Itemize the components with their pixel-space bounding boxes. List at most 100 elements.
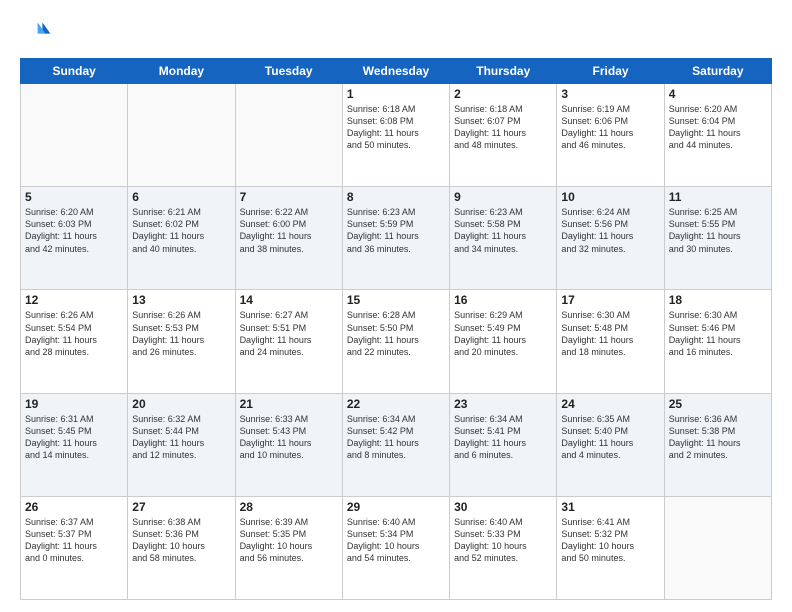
day-info: Sunrise: 6:27 AM Sunset: 5:51 PM Dayligh… [240, 309, 338, 358]
weekday-header-thursday: Thursday [450, 59, 557, 84]
day-info: Sunrise: 6:22 AM Sunset: 6:00 PM Dayligh… [240, 206, 338, 255]
calendar-day-27: 27 Sunrise: 6:38 AM Sunset: 5:36 PM Dayli… [128, 496, 235, 599]
day-info: Sunrise: 6:39 AM Sunset: 5:35 PM Dayligh… [240, 516, 338, 565]
day-info: Sunrise: 6:26 AM Sunset: 5:54 PM Dayligh… [25, 309, 123, 358]
calendar-week-row: 19 Sunrise: 6:31 AM Sunset: 5:45 PM Dayli… [21, 393, 772, 496]
day-number: 31 [561, 500, 659, 514]
calendar-day-29: 29Sunrise: 6:40 AM Sunset: 5:34 PM Dayli… [342, 496, 449, 599]
day-info: Sunrise: 6:20 AM Sunset: 6:04 PM Dayligh… [669, 103, 767, 152]
day-number: 3 [561, 87, 659, 101]
day-info: Sunrise: 6:30 AM Sunset: 5:46 PM Dayligh… [669, 309, 767, 358]
day-number: 23 [454, 397, 552, 411]
day-info: Sunrise: 6:34 AM Sunset: 5:42 PM Dayligh… [347, 413, 445, 462]
calendar-day-1: 1 Sunrise: 6:18 AM Sunset: 6:08 PM Daylig… [342, 84, 449, 187]
day-number: 19 [25, 397, 123, 411]
day-number: 22 [347, 397, 445, 411]
day-info: Sunrise: 6:41 AM Sunset: 5:32 PM Dayligh… [561, 516, 659, 565]
weekday-header-sunday: Sunday [21, 59, 128, 84]
day-info: Sunrise: 6:23 AM Sunset: 5:58 PM Dayligh… [454, 206, 552, 255]
weekday-header-monday: Monday [128, 59, 235, 84]
calendar-day-8: 8Sunrise: 6:23 AM Sunset: 5:59 PM Daylig… [342, 187, 449, 290]
day-number: 14 [240, 293, 338, 307]
calendar-table: SundayMondayTuesdayWednesdayThursdayFrid… [20, 58, 772, 600]
day-info: Sunrise: 6:20 AM Sunset: 6:03 PM Dayligh… [25, 206, 123, 255]
weekday-header-wednesday: Wednesday [342, 59, 449, 84]
calendar-empty-cell [21, 84, 128, 187]
calendar-day-19: 19 Sunrise: 6:31 AM Sunset: 5:45 PM Dayli… [21, 393, 128, 496]
calendar-day-28: 28 Sunrise: 6:39 AM Sunset: 5:35 PM Dayli… [235, 496, 342, 599]
day-info: Sunrise: 6:29 AM Sunset: 5:49 PM Dayligh… [454, 309, 552, 358]
day-number: 12 [25, 293, 123, 307]
weekday-header-saturday: Saturday [664, 59, 771, 84]
day-info: Sunrise: 6:32 AM Sunset: 5:44 PM Dayligh… [132, 413, 230, 462]
calendar-day-3: 3 Sunrise: 6:19 AM Sunset: 6:06 PM Daylig… [557, 84, 664, 187]
day-info: Sunrise: 6:38 AM Sunset: 5:36 PM Dayligh… [132, 516, 230, 565]
calendar-week-row: 1 Sunrise: 6:18 AM Sunset: 6:08 PM Daylig… [21, 84, 772, 187]
day-number: 2 [454, 87, 552, 101]
calendar-day-31: 31 Sunrise: 6:41 AM Sunset: 5:32 PM Dayli… [557, 496, 664, 599]
day-info: Sunrise: 6:21 AM Sunset: 6:02 PM Dayligh… [132, 206, 230, 255]
day-info: Sunrise: 6:30 AM Sunset: 5:48 PM Dayligh… [561, 309, 659, 358]
day-number: 6 [132, 190, 230, 204]
day-number: 21 [240, 397, 338, 411]
day-number: 28 [240, 500, 338, 514]
calendar-day-11: 11 Sunrise: 6:25 AM Sunset: 5:55 PM Dayli… [664, 187, 771, 290]
weekday-header-friday: Friday [557, 59, 664, 84]
day-number: 9 [454, 190, 552, 204]
calendar-day-9: 9 Sunrise: 6:23 AM Sunset: 5:58 PM Daylig… [450, 187, 557, 290]
day-number: 27 [132, 500, 230, 514]
calendar-day-5: 5 Sunrise: 6:20 AM Sunset: 6:03 PM Daylig… [21, 187, 128, 290]
day-info: Sunrise: 6:33 AM Sunset: 5:43 PM Dayligh… [240, 413, 338, 462]
day-number: 15 [347, 293, 445, 307]
calendar-week-row: 26 Sunrise: 6:37 AM Sunset: 5:37 PM Dayli… [21, 496, 772, 599]
day-number: 24 [561, 397, 659, 411]
day-number: 25 [669, 397, 767, 411]
calendar-day-23: 23 Sunrise: 6:34 AM Sunset: 5:41 PM Dayli… [450, 393, 557, 496]
calendar-day-7: 7Sunrise: 6:22 AM Sunset: 6:00 PM Daylig… [235, 187, 342, 290]
calendar-day-21: 21 Sunrise: 6:33 AM Sunset: 5:43 PM Dayli… [235, 393, 342, 496]
calendar-week-row: 5 Sunrise: 6:20 AM Sunset: 6:03 PM Daylig… [21, 187, 772, 290]
day-info: Sunrise: 6:19 AM Sunset: 6:06 PM Dayligh… [561, 103, 659, 152]
calendar-empty-cell [128, 84, 235, 187]
day-info: Sunrise: 6:25 AM Sunset: 5:55 PM Dayligh… [669, 206, 767, 255]
day-number: 16 [454, 293, 552, 307]
calendar-day-30: 30 Sunrise: 6:40 AM Sunset: 5:33 PM Dayli… [450, 496, 557, 599]
logo [20, 16, 56, 48]
weekday-header-row: SundayMondayTuesdayWednesdayThursdayFrid… [21, 59, 772, 84]
weekday-header-tuesday: Tuesday [235, 59, 342, 84]
day-number: 20 [132, 397, 230, 411]
calendar-day-22: 22 Sunrise: 6:34 AM Sunset: 5:42 PM Dayli… [342, 393, 449, 496]
day-number: 30 [454, 500, 552, 514]
calendar-day-24: 24 Sunrise: 6:35 AM Sunset: 5:40 PM Dayli… [557, 393, 664, 496]
day-number: 13 [132, 293, 230, 307]
calendar-empty-cell [664, 496, 771, 599]
day-info: Sunrise: 6:37 AM Sunset: 5:37 PM Dayligh… [25, 516, 123, 565]
calendar-day-16: 16 Sunrise: 6:29 AM Sunset: 5:49 PM Dayli… [450, 290, 557, 393]
day-number: 17 [561, 293, 659, 307]
day-info: Sunrise: 6:40 AM Sunset: 5:33 PM Dayligh… [454, 516, 552, 565]
day-info: Sunrise: 6:34 AM Sunset: 5:41 PM Dayligh… [454, 413, 552, 462]
day-info: Sunrise: 6:23 AM Sunset: 5:59 PM Dayligh… [347, 206, 445, 255]
day-number: 11 [669, 190, 767, 204]
calendar-day-10: 10Sunrise: 6:24 AM Sunset: 5:56 PM Dayli… [557, 187, 664, 290]
calendar-day-17: 17 Sunrise: 6:30 AM Sunset: 5:48 PM Dayli… [557, 290, 664, 393]
calendar-day-4: 4 Sunrise: 6:20 AM Sunset: 6:04 PM Daylig… [664, 84, 771, 187]
day-number: 1 [347, 87, 445, 101]
calendar-day-20: 20 Sunrise: 6:32 AM Sunset: 5:44 PM Dayli… [128, 393, 235, 496]
day-number: 18 [669, 293, 767, 307]
day-number: 4 [669, 87, 767, 101]
day-number: 29 [347, 500, 445, 514]
day-info: Sunrise: 6:18 AM Sunset: 6:08 PM Dayligh… [347, 103, 445, 152]
day-number: 26 [25, 500, 123, 514]
calendar-day-14: 14 Sunrise: 6:27 AM Sunset: 5:51 PM Dayli… [235, 290, 342, 393]
day-info: Sunrise: 6:31 AM Sunset: 5:45 PM Dayligh… [25, 413, 123, 462]
calendar-empty-cell [235, 84, 342, 187]
calendar-day-2: 2Sunrise: 6:18 AM Sunset: 6:07 PM Daylig… [450, 84, 557, 187]
page: SundayMondayTuesdayWednesdayThursdayFrid… [0, 0, 792, 612]
calendar-day-18: 18 Sunrise: 6:30 AM Sunset: 5:46 PM Dayli… [664, 290, 771, 393]
calendar-week-row: 12 Sunrise: 6:26 AM Sunset: 5:54 PM Dayli… [21, 290, 772, 393]
day-info: Sunrise: 6:26 AM Sunset: 5:53 PM Dayligh… [132, 309, 230, 358]
calendar-day-6: 6 Sunrise: 6:21 AM Sunset: 6:02 PM Daylig… [128, 187, 235, 290]
day-info: Sunrise: 6:35 AM Sunset: 5:40 PM Dayligh… [561, 413, 659, 462]
day-number: 5 [25, 190, 123, 204]
